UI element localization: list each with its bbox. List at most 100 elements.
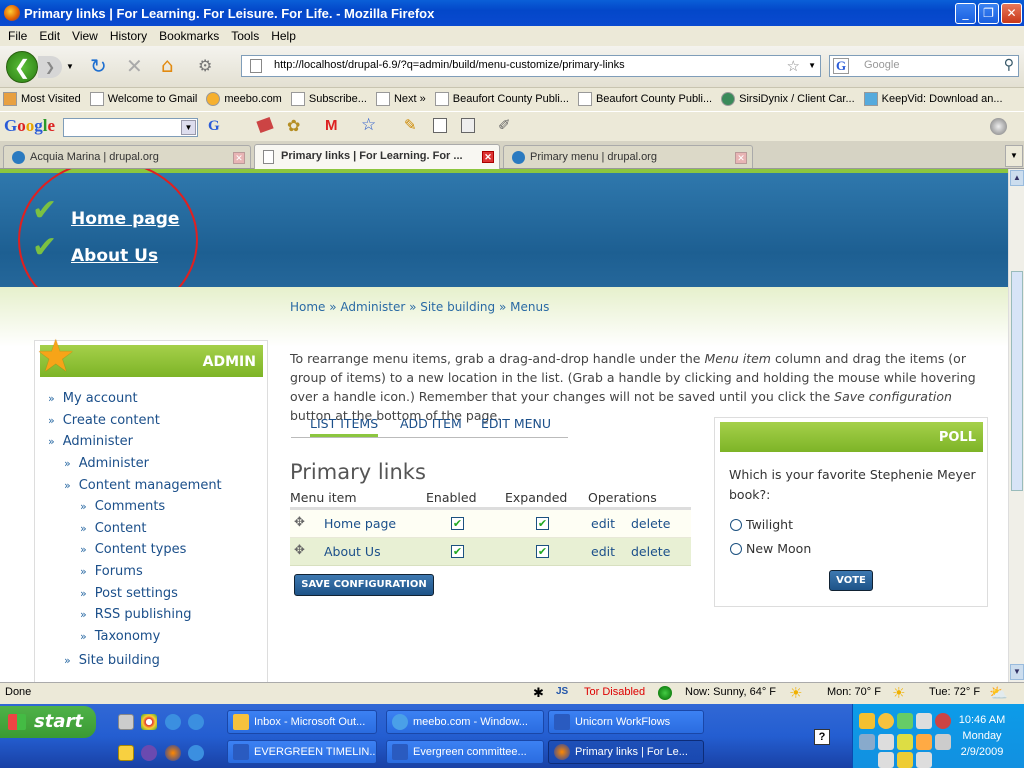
vote-button[interactable]: VOTE [829,570,873,591]
tab-close-icon[interactable]: ✕ [735,152,747,164]
settings-icon[interactable] [990,118,1007,135]
bookmark-item[interactable]: Welcome to Gmail [89,92,197,106]
taskbar-button[interactable]: EVERGREEN TIMELIN... [227,740,377,764]
scroll-thumb[interactable] [1011,271,1023,491]
enabled-checkbox[interactable]: ✔ [451,545,464,558]
gmail-icon[interactable]: M [325,117,338,134]
reload-icon[interactable]: ↻ [90,54,107,78]
menu-item-link[interactable]: Home page [324,516,396,531]
bug-icon[interactable]: ✱ [533,686,544,701]
menu-help[interactable]: Help [265,29,302,43]
home-icon[interactable]: ⌂ [161,53,174,77]
quicklaunch-icon[interactable] [188,745,204,761]
weather-mon[interactable]: Mon: 70° F [827,686,881,698]
start-button[interactable]: start [0,706,96,738]
menu-edit[interactable]: Edit [33,29,66,43]
forward-button[interactable]: ❯ [38,56,62,78]
taskbar-button[interactable]: meebo.com - Window... [386,710,544,734]
send-to-icon[interactable] [461,118,475,133]
poll-radio-new-moon[interactable] [730,543,742,555]
breadcrumb[interactable]: Home » Administer » Site building » Menu… [290,300,549,314]
bookmark-item[interactable]: Beaufort County Publi... [577,92,712,106]
tab-close-icon[interactable]: ✕ [482,151,494,163]
taskbar-button[interactable]: Unicorn WorkFlows [548,710,704,734]
scroll-up-icon[interactable]: ▲ [1010,170,1024,186]
tray-icon[interactable] [859,713,875,729]
bookmark-item[interactable]: KeepVid: Download an... [863,92,1003,106]
menu-history[interactable]: History [104,29,153,43]
chrome-icon[interactable] [141,714,157,730]
bookmark-item[interactable]: SirsiDynix / Client Car... [721,92,855,106]
star-icon[interactable]: ☆ [361,115,376,135]
weather-tue[interactable]: Tue: 72° F [929,686,980,698]
menu-tools[interactable]: Tools [225,29,265,43]
poll-option-label[interactable]: New Moon [746,541,811,556]
enabled-checkbox[interactable]: ✔ [451,517,464,530]
google-engine-icon[interactable]: G [833,58,849,74]
tab-primary-menu[interactable]: Primary menu | drupal.org ✕ [503,145,753,168]
tab-close-icon[interactable]: ✕ [233,152,245,164]
tray-icon[interactable] [897,734,913,750]
tray-icon[interactable] [897,713,913,729]
menu-file[interactable]: File [2,29,33,43]
quicklaunch-icon[interactable] [118,714,134,730]
sidebar-item[interactable]: » Comments [80,499,165,514]
tab-list-button[interactable]: ▼ [1005,145,1023,167]
bookmark-item[interactable]: meebo.com [206,92,282,106]
tray-icon[interactable] [916,752,932,768]
url-dropdown-icon[interactable]: ▼ [808,61,816,70]
bookmark-star-icon[interactable]: ☆ [787,57,800,75]
pagerank-icon[interactable] [256,116,274,134]
vertical-scrollbar[interactable]: ▲ ▼ [1008,169,1024,682]
edit-link[interactable]: edit [591,544,615,559]
taskbar-button[interactable]: Evergreen committee... [386,740,544,764]
sidebar-item[interactable]: » Site building [64,653,160,668]
tor-status[interactable]: Tor Disabled [584,686,645,698]
bookmarks-icon[interactable]: ✿ [287,116,300,135]
addon-icon[interactable]: ⚙ [198,56,212,75]
tray-icon[interactable] [916,713,932,729]
google-search-button-icon[interactable]: G [208,118,220,135]
sidebar-item[interactable]: » Content management [64,478,222,493]
url-bar[interactable]: http://localhost/drupal-6.9/?q=admin/bui… [241,55,821,77]
sidebar-item[interactable]: » Forums [80,564,143,579]
weather-now[interactable]: Now: Sunny, 64° F [685,686,776,698]
expanded-checkbox[interactable]: ✔ [536,517,549,530]
menu-view[interactable]: View [66,29,104,43]
maximize-button[interactable]: ❐ [978,3,999,24]
highlight-icon[interactable]: ✎ [404,116,417,134]
sidebar-item[interactable]: » Content [80,521,146,536]
sidebar-item[interactable]: » RSS publishing [80,607,192,622]
minimize-button[interactable]: _ [955,3,976,24]
sidebar-item[interactable]: » Content types [80,542,186,557]
back-button[interactable]: ❮ [6,51,38,83]
bookmark-item[interactable]: Subscribe... [290,92,367,106]
expanded-checkbox[interactable]: ✔ [536,545,549,558]
tor-icon[interactable] [658,686,672,700]
scroll-down-icon[interactable]: ▼ [1010,664,1024,680]
notebook-icon[interactable] [433,118,447,133]
google-search-input[interactable]: ▼ [63,118,198,137]
sidebar-item[interactable]: » Post settings [80,586,178,601]
help-icon[interactable]: ? [814,729,830,745]
ie-icon[interactable] [188,714,204,730]
sidebar-item[interactable]: » Taxonomy [80,629,160,644]
bookmark-item[interactable]: Next » [375,92,426,106]
tray-icon[interactable] [859,734,875,750]
bookmark-item[interactable]: Beaufort County Publi... [434,92,569,106]
edit-link[interactable]: edit [591,516,615,531]
sidebar-item[interactable]: » My account [48,391,138,406]
history-dropdown-icon[interactable]: ▼ [66,62,74,71]
wrench-icon[interactable]: ✐ [498,116,511,134]
bookmark-item[interactable]: Most Visited [3,92,81,106]
sidebar-item[interactable]: » Administer [64,456,149,471]
js-icon[interactable]: JS [556,686,568,697]
quicklaunch-icon[interactable] [118,745,134,761]
firefox-icon[interactable] [165,745,181,761]
tray-icon[interactable] [916,734,932,750]
tray-icon[interactable] [878,734,894,750]
ie-icon[interactable] [165,714,181,730]
poll-option-label[interactable]: Twilight [746,517,793,532]
tab-edit-menu[interactable]: EDIT MENU [481,416,551,431]
tray-icon[interactable] [878,752,894,768]
